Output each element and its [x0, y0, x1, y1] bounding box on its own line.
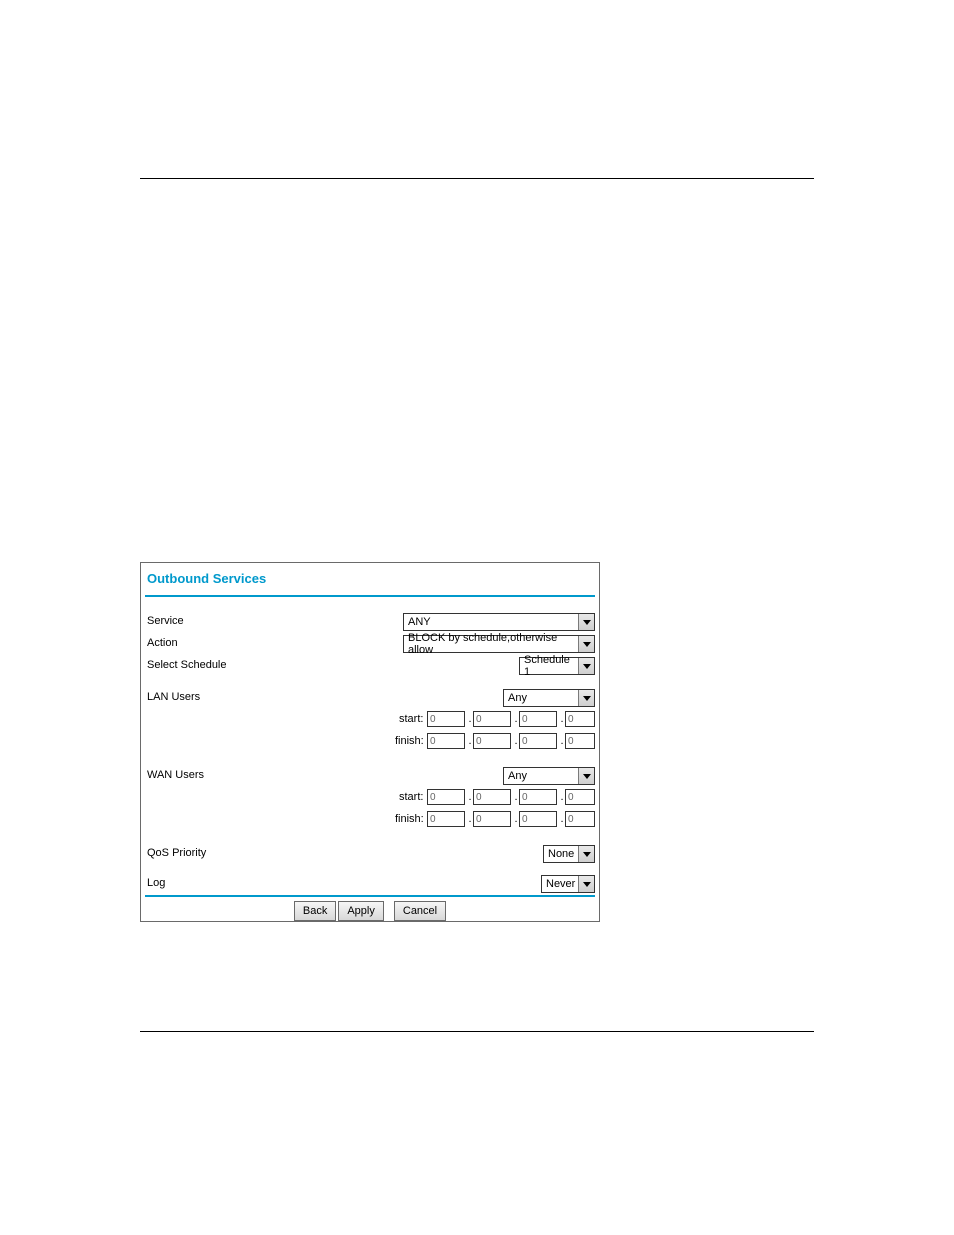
wan-users-select[interactable]: Any: [503, 767, 595, 785]
apply-button[interactable]: Apply: [338, 901, 384, 921]
service-select[interactable]: ANY: [403, 613, 595, 631]
lan-finish-octet-2[interactable]: 0: [473, 733, 511, 749]
lan-start-octet-4[interactable]: 0: [565, 711, 595, 727]
wan-finish-octet-1[interactable]: 0: [427, 811, 465, 827]
lan-users-select[interactable]: Any: [503, 689, 595, 707]
cancel-button[interactable]: Cancel: [394, 901, 446, 921]
lan-start-octet-3[interactable]: 0: [519, 711, 557, 727]
log-select-value: Never: [546, 878, 575, 890]
lan-finish-octet-4[interactable]: 0: [565, 733, 595, 749]
label-qos-priority: QoS Priority: [147, 847, 206, 859]
chevron-down-icon: [578, 876, 594, 892]
label-wan-start: start:: [399, 791, 423, 803]
label-action: Action: [147, 637, 178, 649]
label-lan-users: LAN Users: [147, 691, 200, 703]
bottom-horizontal-rule: [140, 1031, 814, 1032]
panel-title: Outbound Services: [147, 571, 266, 586]
label-wan-users: WAN Users: [147, 769, 204, 781]
label-lan-start: start:: [399, 713, 423, 725]
schedule-select[interactable]: Schedule 1: [519, 657, 595, 675]
label-log: Log: [147, 877, 165, 889]
label-select-schedule: Select Schedule: [147, 659, 227, 671]
wan-start-octet-1[interactable]: 0: [427, 789, 465, 805]
divider-top: [145, 595, 595, 597]
action-select[interactable]: BLOCK by schedule,otherwise allow: [403, 635, 595, 653]
lan-finish-octet-1[interactable]: 0: [427, 733, 465, 749]
lan-finish-octet-3[interactable]: 0: [519, 733, 557, 749]
wan-start-octet-3[interactable]: 0: [519, 789, 557, 805]
lan-users-select-value: Any: [508, 692, 527, 704]
wan-start-octet-2[interactable]: 0: [473, 789, 511, 805]
label-service: Service: [147, 615, 184, 627]
wan-users-select-value: Any: [508, 770, 527, 782]
button-row: Back Apply Cancel: [141, 901, 599, 921]
log-select[interactable]: Never: [541, 875, 595, 893]
outbound-services-panel: Outbound Services Service ANY Action BLO…: [140, 562, 600, 922]
back-button[interactable]: Back: [294, 901, 336, 921]
schedule-select-value: Schedule 1: [524, 654, 576, 678]
chevron-down-icon: [578, 768, 594, 784]
chevron-down-icon: [578, 690, 594, 706]
chevron-down-icon: [578, 658, 594, 674]
chevron-down-icon: [578, 636, 594, 652]
service-select-value: ANY: [408, 616, 431, 628]
wan-start-octet-4[interactable]: 0: [565, 789, 595, 805]
lan-start-octet-2[interactable]: 0: [473, 711, 511, 727]
qos-priority-select-value: None: [548, 848, 574, 860]
page: Outbound Services Service ANY Action BLO…: [0, 0, 954, 1235]
wan-finish-octet-4[interactable]: 0: [565, 811, 595, 827]
divider-bottom: [145, 895, 595, 897]
qos-priority-select[interactable]: None: [543, 845, 595, 863]
action-select-value: BLOCK by schedule,otherwise allow: [408, 632, 576, 656]
top-horizontal-rule: [140, 178, 814, 179]
wan-finish-octet-3[interactable]: 0: [519, 811, 557, 827]
lan-start-octet-1[interactable]: 0: [427, 711, 465, 727]
label-wan-finish: finish:: [395, 813, 424, 825]
chevron-down-icon: [578, 614, 594, 630]
wan-finish-octet-2[interactable]: 0: [473, 811, 511, 827]
chevron-down-icon: [578, 846, 594, 862]
label-lan-finish: finish:: [395, 735, 424, 747]
